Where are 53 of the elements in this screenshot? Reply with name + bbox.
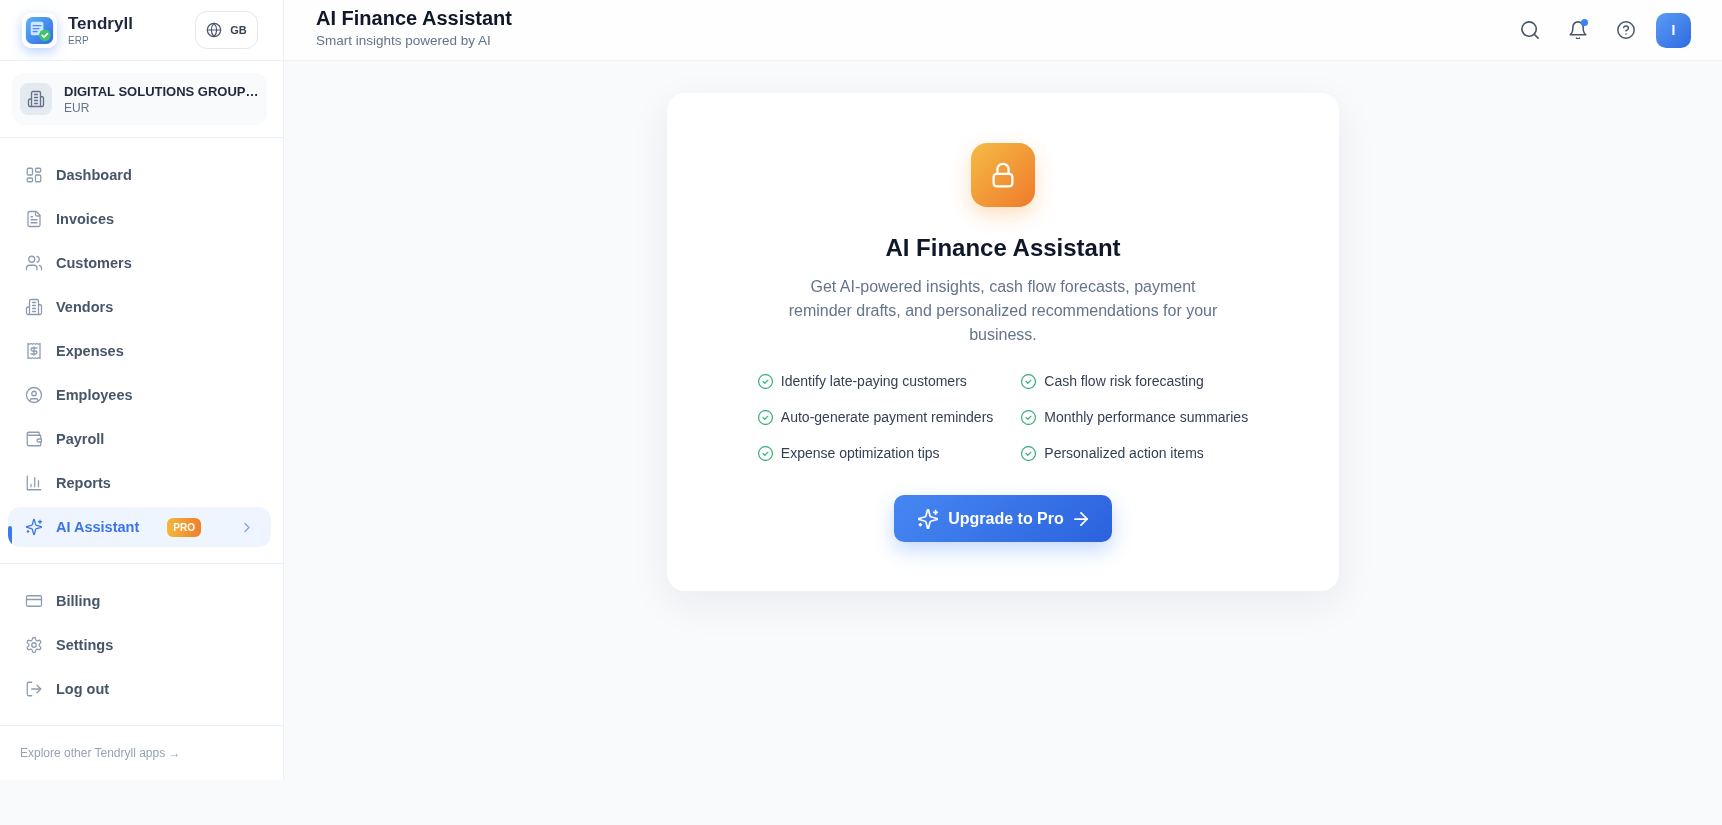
building-icon bbox=[20, 83, 52, 115]
company-name: DIGITAL SOLUTIONS GROUP… bbox=[64, 82, 259, 100]
page-title: AI Finance Assistant bbox=[316, 6, 512, 30]
feature-text: Auto-generate payment reminders bbox=[780, 409, 994, 425]
document-icon bbox=[25, 210, 43, 228]
feature-text: Monthly performance summaries bbox=[1044, 409, 1249, 425]
settings-icon bbox=[25, 636, 43, 654]
nav-item[interactable]: Payroll bbox=[8, 419, 271, 459]
nav-item[interactable]: Employees bbox=[8, 375, 271, 415]
nav-item[interactable]: Vendors bbox=[8, 287, 271, 327]
card-title: AI Finance Assistant bbox=[885, 233, 1121, 263]
sparkles-icon bbox=[25, 518, 43, 536]
upgrade-button[interactable]: Upgrade to Pro bbox=[894, 495, 1112, 542]
page-subtitle: Smart insights powered by AI bbox=[316, 32, 492, 50]
nav-item[interactable]: Invoices bbox=[8, 199, 271, 239]
feature-text: Personalized action items bbox=[1044, 445, 1204, 461]
card-description: Get AI-powered insights, cash flow forecasts, payment reminder drafts, and personalized recommendations for your business. bbox=[787, 277, 1219, 345]
nav-item[interactable]: Dashboard bbox=[8, 155, 271, 195]
app-logo-icon bbox=[22, 12, 57, 48]
nav-item[interactable]: Customers bbox=[8, 243, 271, 283]
feature-text: Cash flow risk forecasting bbox=[1044, 373, 1204, 389]
language-button[interactable]: GB bbox=[195, 11, 258, 49]
credit-card-icon bbox=[25, 592, 43, 610]
nav-item[interactable]: AI Assistant PRO bbox=[8, 507, 271, 547]
feature-text: Expense optimization tips bbox=[780, 445, 940, 461]
dashboard-icon bbox=[25, 166, 43, 184]
logout-icon bbox=[25, 680, 43, 698]
search-icon bbox=[1521, 21, 1539, 39]
nav-item[interactable]: Reports bbox=[8, 463, 271, 503]
company-currency: EUR bbox=[64, 99, 91, 116]
chevron-right-icon bbox=[243, 521, 251, 533]
pro-badge: PRO bbox=[167, 517, 201, 537]
company-switcher[interactable]: DIGITAL SOLUTIONS GROUP… EUR bbox=[12, 73, 267, 125]
nav-item[interactable]: Billing bbox=[8, 581, 271, 621]
brand-name: Tendryll bbox=[68, 13, 133, 34]
sparkles-icon bbox=[918, 508, 939, 529]
help-icon bbox=[1617, 21, 1635, 39]
user-circle-icon bbox=[25, 386, 43, 404]
nav-item[interactable]: Log out bbox=[8, 669, 271, 709]
globe-icon bbox=[206, 22, 223, 38]
user-avatar[interactable]: I bbox=[1656, 12, 1691, 48]
building-icon bbox=[25, 298, 43, 316]
bell-icon bbox=[1569, 21, 1587, 39]
wallet-icon bbox=[25, 430, 43, 448]
arrow-right-icon bbox=[1073, 511, 1088, 526]
users-icon bbox=[25, 254, 43, 272]
bar-chart-icon bbox=[25, 474, 43, 492]
brand-subtitle: ERP bbox=[68, 35, 90, 47]
feature-text: Identify late-paying customers bbox=[780, 373, 967, 389]
nav-item[interactable]: Settings bbox=[8, 625, 271, 665]
lock-icon bbox=[971, 143, 1035, 207]
nav-item[interactable]: Expenses bbox=[8, 331, 271, 371]
receipt-icon bbox=[25, 342, 43, 360]
